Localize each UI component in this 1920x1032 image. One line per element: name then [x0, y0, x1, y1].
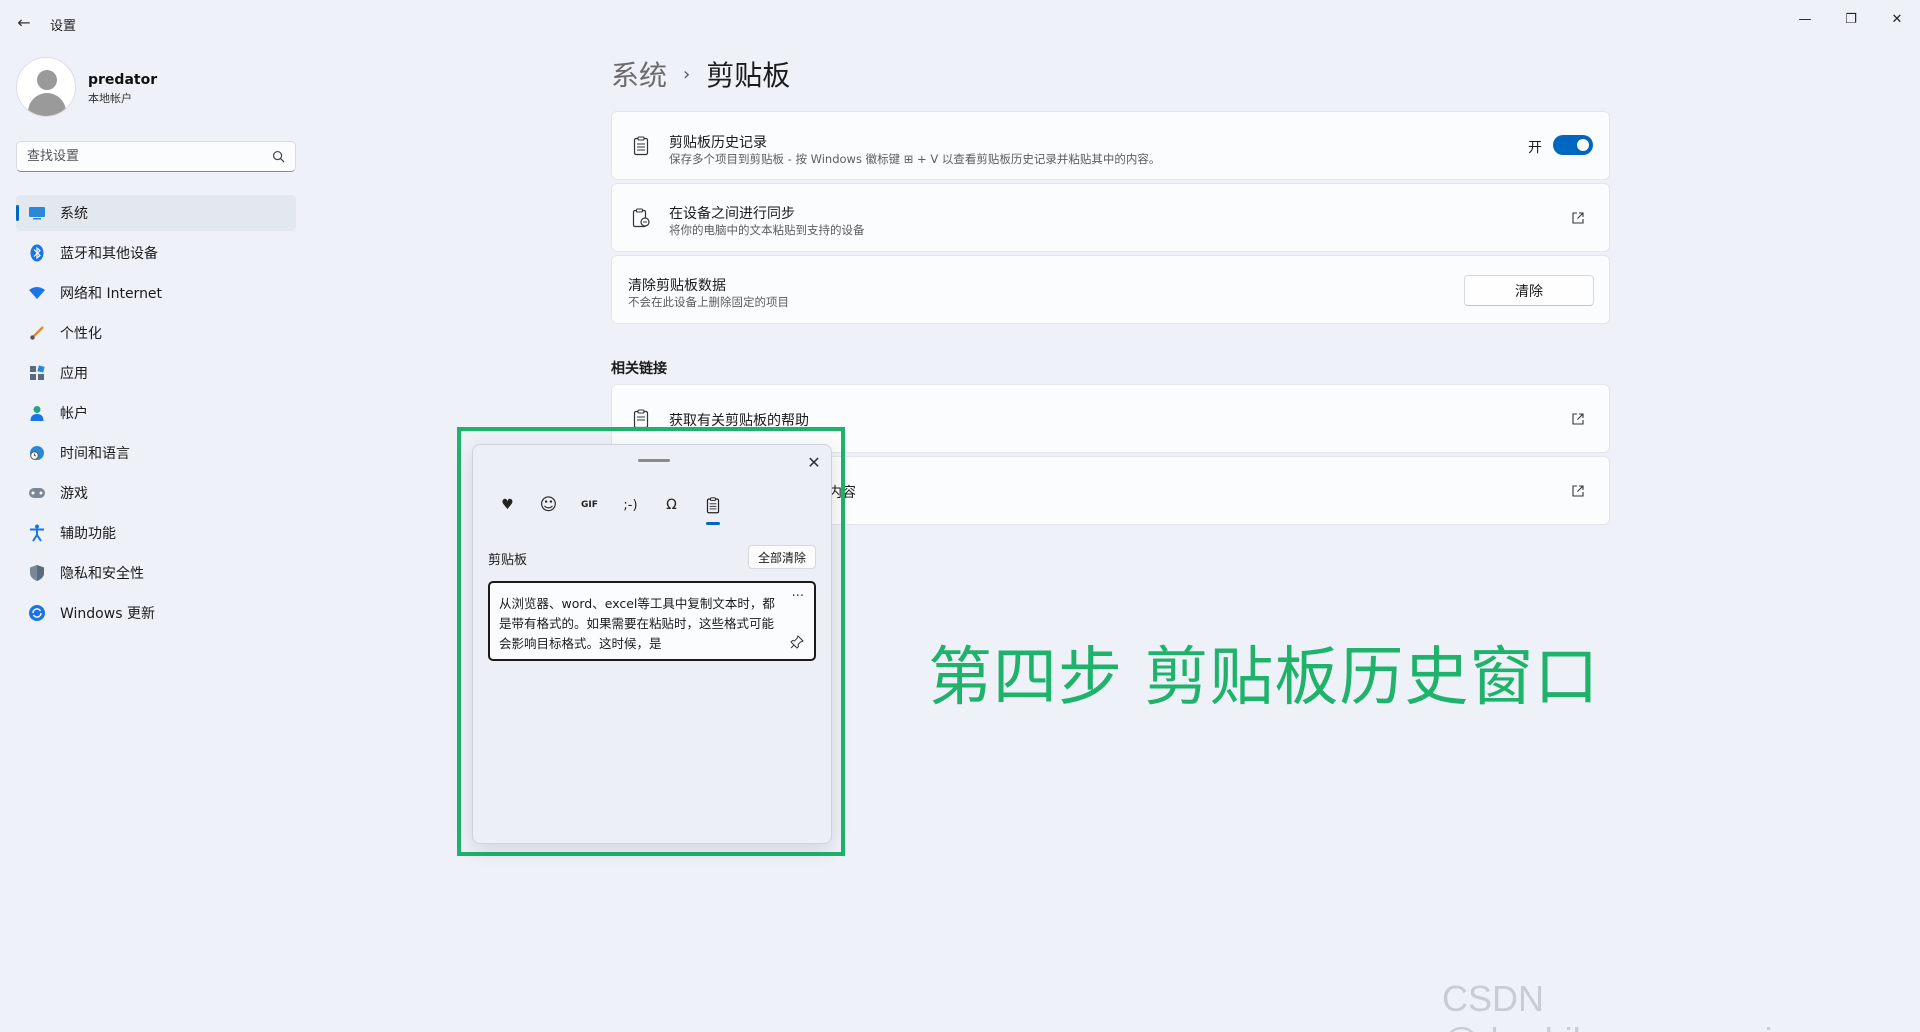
avatar-body — [28, 93, 66, 116]
sidebar-item-accessibility[interactable]: 辅助功能 — [16, 515, 296, 551]
toggle-knob — [1577, 139, 1589, 151]
back-arrow-icon[interactable]: ← — [14, 13, 34, 33]
external-link-icon — [1572, 485, 1584, 497]
sidebar-item-bluetooth[interactable]: 蓝牙和其他设备 — [16, 235, 296, 271]
title-bar: ← 设置 — ❐ ✕ — [0, 0, 1920, 44]
kaomoji-icon[interactable]: ;-) — [614, 491, 647, 519]
clear-data-title: 清除剪贴板数据 — [628, 278, 726, 294]
maximize-button[interactable]: ❐ — [1828, 4, 1874, 34]
clipboard-history-panel: ✕ ♥ ☺ GIF ;-) Ω 剪贴板 全部清除 从浏览器、word、excel… — [472, 444, 832, 844]
globe-clock-icon — [27, 443, 47, 463]
clipboard-history-toggle[interactable] — [1553, 135, 1593, 155]
breadcrumb: 系统 › 剪贴板 — [611, 54, 790, 94]
wifi-icon — [27, 283, 47, 303]
clear-data-card: 清除剪贴板数据 不会在此设备上删除固定的项目 — [611, 255, 1610, 324]
clipboard-history-subtitle: 保存多个项目到剪贴板 - 按 Windows 徽标键 ⊞ + V 以查看剪贴板历… — [669, 152, 1161, 166]
avatar[interactable] — [16, 57, 76, 117]
user-name: predator — [88, 72, 158, 88]
close-button[interactable]: ✕ — [1874, 4, 1920, 34]
pin-icon[interactable] — [790, 635, 804, 649]
brush-icon — [27, 323, 47, 343]
accessibility-icon — [27, 523, 47, 543]
gamepad-icon — [27, 483, 47, 503]
shield-icon — [27, 563, 47, 583]
breadcrumb-separator: › — [683, 63, 691, 85]
search-input[interactable] — [17, 142, 257, 171]
clipboard-history-title: 剪贴板历史记录 — [669, 135, 767, 151]
bluetooth-icon — [27, 243, 47, 263]
sync-devices-card[interactable]: 在设备之间进行同步 将你的电脑中的文本粘贴到支持的设备 — [611, 183, 1610, 252]
sync-devices-title: 在设备之间进行同步 — [669, 206, 795, 222]
clipboard-icon[interactable] — [696, 491, 729, 525]
clipboard-section-title: 剪贴板 — [488, 553, 528, 568]
person-icon — [27, 403, 47, 423]
search-box[interactable] — [16, 141, 296, 172]
sidebar-item-accounts[interactable]: 帐户 — [16, 395, 296, 431]
system-icon — [27, 203, 47, 223]
sidebar-item-windows-update[interactable]: Windows 更新 — [16, 595, 296, 631]
sidebar-item-system[interactable]: 系统 — [16, 195, 296, 231]
sticker-icon[interactable]: ♥ — [491, 491, 524, 519]
external-link-icon — [1572, 413, 1584, 425]
sidebar-nav: 系统 蓝牙和其他设备 网络和 Internet 个性化 应用 帐户 时间和语言 … — [16, 195, 296, 635]
gif-icon[interactable]: GIF — [573, 491, 606, 519]
clipboard-sync-icon — [629, 206, 653, 230]
symbols-icon[interactable]: Ω — [655, 491, 688, 519]
breadcrumb-parent[interactable]: 系统 — [611, 54, 667, 94]
clipboard-item-text: 从浏览器、word、excel等工具中复制文本时，都是带有格式的。如果需要在粘贴… — [499, 596, 775, 651]
update-icon — [27, 603, 47, 623]
clear-all-button[interactable]: 全部清除 — [748, 545, 816, 569]
clipboard-icon — [629, 134, 653, 158]
sidebar-item-network[interactable]: 网络和 Internet — [16, 275, 296, 311]
panel-tabs: ♥ ☺ GIF ;-) Ω — [491, 491, 737, 525]
related-links-title: 相关链接 — [611, 361, 667, 377]
watermark: CSDN @dowhileprogramming — [1442, 978, 1813, 1032]
clear-data-subtitle: 不会在此设备上删除固定的项目 — [628, 295, 789, 309]
sidebar-item-privacy[interactable]: 隐私和安全性 — [16, 555, 296, 591]
minimize-button[interactable]: — — [1782, 4, 1828, 34]
more-options-icon[interactable]: ··· — [792, 589, 804, 604]
sidebar-item-personalization[interactable]: 个性化 — [16, 315, 296, 351]
sidebar-item-apps[interactable]: 应用 — [16, 355, 296, 391]
sidebar-item-gaming[interactable]: 游戏 — [16, 475, 296, 511]
account-type: 本地帐户 — [88, 92, 132, 105]
search-icon[interactable] — [272, 150, 285, 163]
clipboard-history-card: 剪贴板历史记录 保存多个项目到剪贴板 - 按 Windows 徽标键 ⊞ + V… — [611, 111, 1610, 180]
apps-icon — [27, 363, 47, 383]
app-title: 设置 — [50, 19, 77, 34]
external-link-icon — [1572, 212, 1584, 224]
toggle-state-label: 开 — [1528, 140, 1542, 156]
avatar-head — [37, 70, 57, 90]
page-title: 剪贴板 — [706, 59, 791, 92]
clear-button[interactable]: 清除 — [1464, 275, 1594, 306]
emoji-icon[interactable]: ☺ — [532, 491, 565, 519]
sidebar-item-time-language[interactable]: 时间和语言 — [16, 435, 296, 471]
clipboard-item[interactable]: 从浏览器、word、excel等工具中复制文本时，都是带有格式的。如果需要在粘贴… — [488, 581, 816, 661]
sync-devices-subtitle: 将你的电脑中的文本粘贴到支持的设备 — [669, 223, 865, 237]
drag-handle[interactable] — [638, 459, 670, 462]
close-icon[interactable]: ✕ — [803, 452, 825, 474]
step-caption: 第四步 剪贴板历史窗口 — [928, 641, 1600, 715]
